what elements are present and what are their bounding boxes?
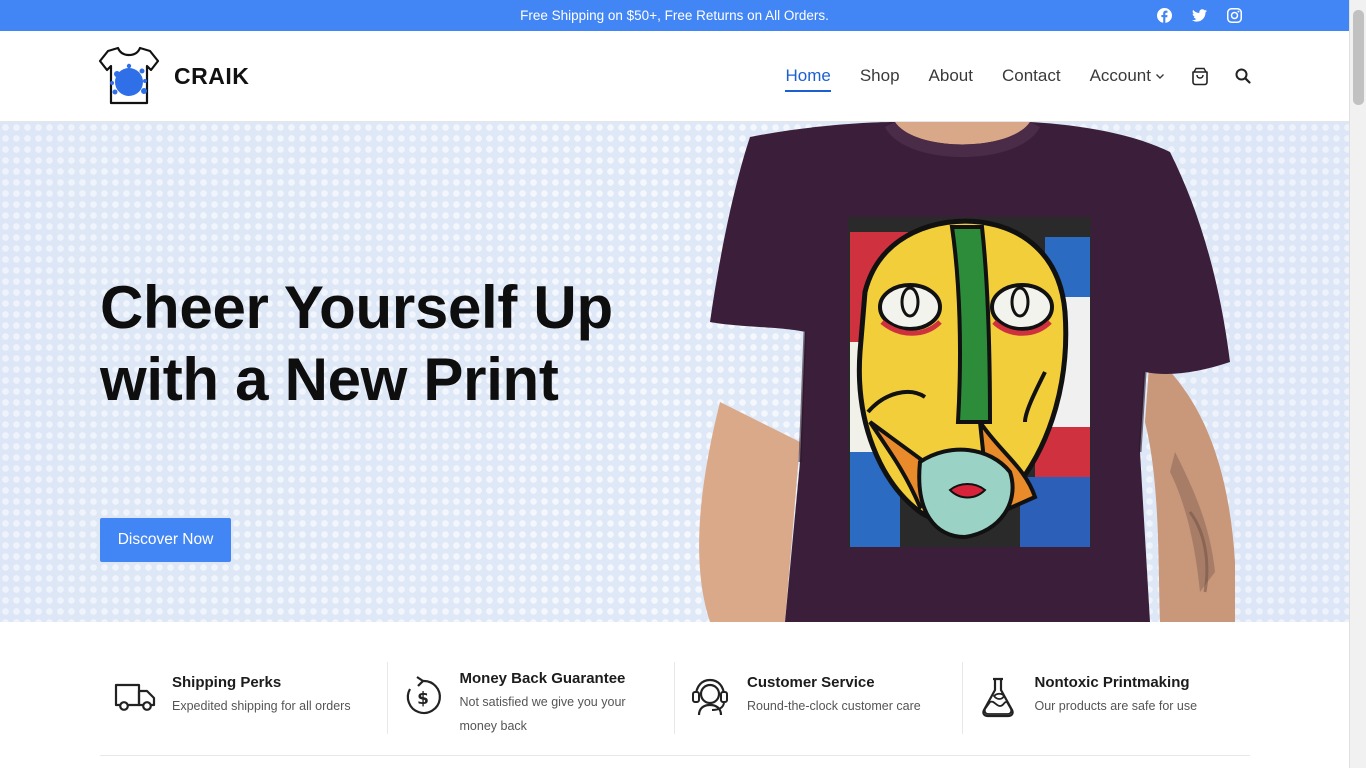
site-header: CRAIK Home Shop About Contact Account xyxy=(0,31,1349,122)
chevron-down-icon xyxy=(1156,74,1164,79)
money-back-icon: $ xyxy=(400,674,446,720)
promo-text: Free Shipping on $50+, Free Returns on A… xyxy=(520,8,829,23)
cart-icon[interactable] xyxy=(1191,67,1209,86)
flask-icon xyxy=(975,674,1021,720)
nav-account[interactable]: Account xyxy=(1090,31,1165,121)
tshirt-logo-icon xyxy=(98,46,160,105)
discover-now-button[interactable]: Discover Now xyxy=(100,518,231,562)
twitter-icon[interactable] xyxy=(1191,7,1208,24)
truck-icon xyxy=(112,674,158,720)
shirt-print-art xyxy=(848,217,1091,547)
nav-about-label: About xyxy=(928,66,973,85)
nav-contact[interactable]: Contact xyxy=(1002,31,1061,121)
hero-banner: Cheer Yourself Up with a New Print Disco… xyxy=(0,122,1349,622)
main-nav: Home Shop About Contact Account xyxy=(756,31,1251,121)
feature-title: Customer Service xyxy=(747,674,875,691)
nav-shop-label: Shop xyxy=(859,66,900,85)
feature-title: Shipping Perks xyxy=(172,674,282,691)
page-scrollbar[interactable] xyxy=(1349,0,1366,768)
model-tshirt-image xyxy=(699,122,1235,622)
feature-nontoxic: Nontoxic Printmaking Our products are sa… xyxy=(963,662,1251,734)
site-logo[interactable]: CRAIK xyxy=(98,45,249,107)
feature-title: Nontoxic Printmaking xyxy=(1034,674,1190,691)
announcement-bar: Free Shipping on $50+, Free Returns on A… xyxy=(0,0,1349,31)
feature-customer-service: Customer Service Round-the-clock custome… xyxy=(675,662,963,734)
brand-name: CRAIK xyxy=(174,62,250,89)
feature-money-back: $ Money Back Guarantee Not satisfied we … xyxy=(388,662,675,734)
section-divider xyxy=(100,755,1250,756)
feature-shipping: Shipping Perks Expedited shipping for al… xyxy=(100,662,388,734)
feature-title: Money Back Guarantee xyxy=(459,670,626,687)
search-icon[interactable] xyxy=(1235,68,1251,84)
headset-icon xyxy=(687,674,733,720)
feature-description: Our products are safe for use xyxy=(1034,699,1198,713)
feature-description: Not satisfied we give you your money bac… xyxy=(459,695,626,733)
hero-headline: Cheer Yourself Up with a New Print xyxy=(100,274,613,413)
features-row: Shipping Perks Expedited shipping for al… xyxy=(100,662,1250,734)
scrollbar-thumb[interactable] xyxy=(1353,10,1364,105)
facebook-icon[interactable] xyxy=(1156,7,1173,24)
nav-contact-label: Contact xyxy=(1001,66,1061,85)
nav-home[interactable]: Home xyxy=(785,31,832,121)
feature-description: Expedited shipping for all orders xyxy=(172,699,351,713)
svg-text:$: $ xyxy=(417,689,429,709)
nav-account-label: Account xyxy=(1089,66,1151,85)
social-links xyxy=(1156,7,1243,24)
nav-shop[interactable]: Shop xyxy=(860,31,900,121)
feature-description: Round-the-clock customer care xyxy=(747,699,921,713)
instagram-icon[interactable] xyxy=(1226,7,1243,24)
nav-home-label: Home xyxy=(785,66,831,85)
nav-about[interactable]: About xyxy=(929,31,973,121)
